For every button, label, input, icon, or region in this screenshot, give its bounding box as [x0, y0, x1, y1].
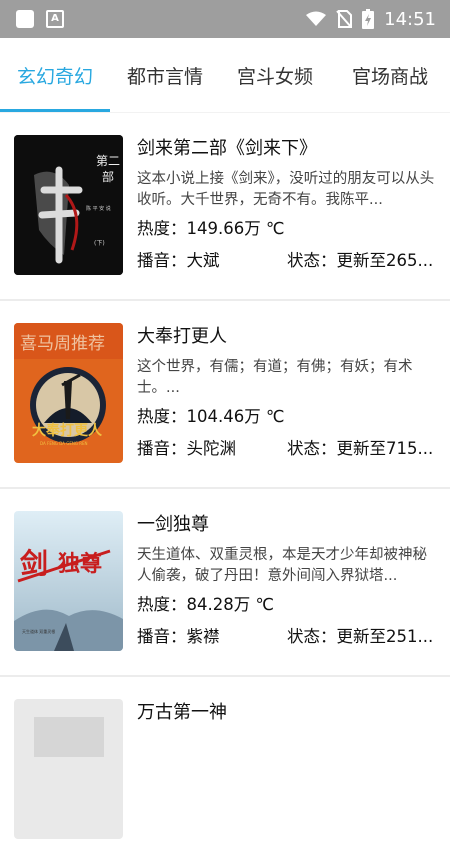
svg-text:(下): (下)	[94, 240, 105, 247]
heat-value: 149.66万 ℃	[186, 219, 285, 238]
book-heat: 热度：149.66万 ℃	[137, 215, 437, 243]
status-label: 状态：	[287, 627, 337, 646]
heat-value: 104.46万 ℃	[186, 407, 285, 426]
narrator-label: 播音：	[137, 251, 187, 270]
tab-label: 官场商战	[351, 65, 428, 88]
book-status: 状态：更新至715...	[287, 435, 437, 463]
narrator-label: 播音：	[137, 439, 187, 458]
book-title: 一剑独尊	[137, 514, 209, 535]
heat-label: 热度：	[137, 219, 187, 238]
tab-xuanhuan[interactable]: 玄幻奇幻	[0, 38, 110, 112]
narrator-name: 大斌	[186, 251, 220, 270]
book-item[interactable]: 喜马周推荐 大奉打更人 DA FENG DA GENG REN 大奉打更人 这个…	[0, 301, 450, 489]
status-label: 状态：	[287, 251, 337, 270]
status-bar: A 14:51	[0, 0, 450, 38]
book-cover: 喜马周推荐 大奉打更人 DA FENG DA GENG REN	[14, 323, 123, 463]
book-title: 大奉打更人	[137, 326, 227, 347]
book-narrator: 播音：紫襟	[137, 623, 220, 651]
book-narrator: 播音：大斌	[137, 247, 220, 275]
heat-label: 热度：	[137, 595, 187, 614]
status-time: 14:51	[384, 8, 436, 30]
tab-gongdou[interactable]: 宫斗女频	[220, 38, 330, 112]
tab-label: 玄幻奇幻	[16, 65, 93, 88]
book-status: 状态：更新至265...	[287, 247, 437, 275]
tab-dushi[interactable]: 都市言情	[110, 38, 220, 112]
status-label: 状态：	[287, 439, 337, 458]
status-value: 更新至715...	[336, 439, 434, 458]
book-narrator: 播音：头陀渊	[137, 435, 236, 463]
book-description: 天生道体、双重灵根，本是天才少年却被神秘人偷袭，破了丹田！意外间闯入界狱塔...	[137, 547, 427, 584]
book-cover	[14, 699, 123, 839]
status-value: 更新至251...	[336, 627, 434, 646]
narrator-name: 紫襟	[186, 627, 220, 646]
no-sim-icon	[336, 10, 353, 28]
book-status: 状态：更新至251...	[287, 623, 437, 651]
battery-charging-icon	[362, 9, 375, 29]
svg-text:大奉打更人: 大奉打更人	[32, 422, 103, 439]
narrator-label: 播音：	[137, 627, 187, 646]
book-title: 万古第一神	[137, 702, 227, 723]
svg-text:天生道体 双重灵根: 天生道体 双重灵根	[22, 628, 55, 634]
narrator-name: 头陀渊	[186, 439, 237, 458]
category-tabs: 玄幻奇幻 都市言情 宫斗女频 官场商战	[0, 38, 450, 112]
svg-text:陈 平 安 说: 陈 平 安 说	[86, 205, 111, 212]
book-title: 剑来第二部《剑来下》	[137, 138, 317, 159]
heat-value: 84.28万 ℃	[186, 595, 275, 614]
tab-label: 都市言情	[126, 65, 203, 88]
book-item[interactable]: 万古第一神	[0, 677, 450, 865]
book-heat: 热度：84.28万 ℃	[137, 591, 437, 619]
svg-text:DA FENG DA GENG REN: DA FENG DA GENG REN	[40, 441, 88, 446]
book-description: 这个世界，有儒；有道；有佛；有妖；有术士。...	[137, 359, 413, 396]
book-description: 这本小说上接《剑来》，没听过的朋友可以从头收听。大千世界，无奇不有。我陈平...	[137, 171, 435, 208]
notification-a-icon: A	[46, 10, 64, 28]
wifi-icon	[306, 11, 327, 26]
book-item[interactable]: 第二 部 陈 平 安 说 (下) 剑来第二部《剑来下》 这本小说上接《剑来》，没…	[0, 113, 450, 301]
svg-text:部: 部	[102, 169, 114, 184]
tab-label: 宫斗女频	[236, 65, 313, 88]
status-value: 更新至265...	[336, 251, 434, 270]
notification-square-icon	[16, 10, 34, 28]
svg-text:第二: 第二	[96, 154, 120, 168]
book-item[interactable]: 剑 独尊 天生道体 双重灵根 一剑独尊 天生道体、双重灵根，本是天才少年却被神秘…	[0, 489, 450, 677]
book-heat: 热度：104.46万 ℃	[137, 403, 437, 431]
book-cover: 剑 独尊 天生道体 双重灵根	[14, 511, 123, 651]
heat-label: 热度：	[137, 407, 187, 426]
book-list: 第二 部 陈 平 安 说 (下) 剑来第二部《剑来下》 这本小说上接《剑来》，没…	[0, 113, 450, 865]
book-cover: 第二 部 陈 平 安 说 (下)	[14, 135, 123, 275]
tab-guanchang[interactable]: 官场商战	[330, 38, 450, 112]
svg-text:喜马周推荐: 喜马周推荐	[20, 334, 105, 354]
